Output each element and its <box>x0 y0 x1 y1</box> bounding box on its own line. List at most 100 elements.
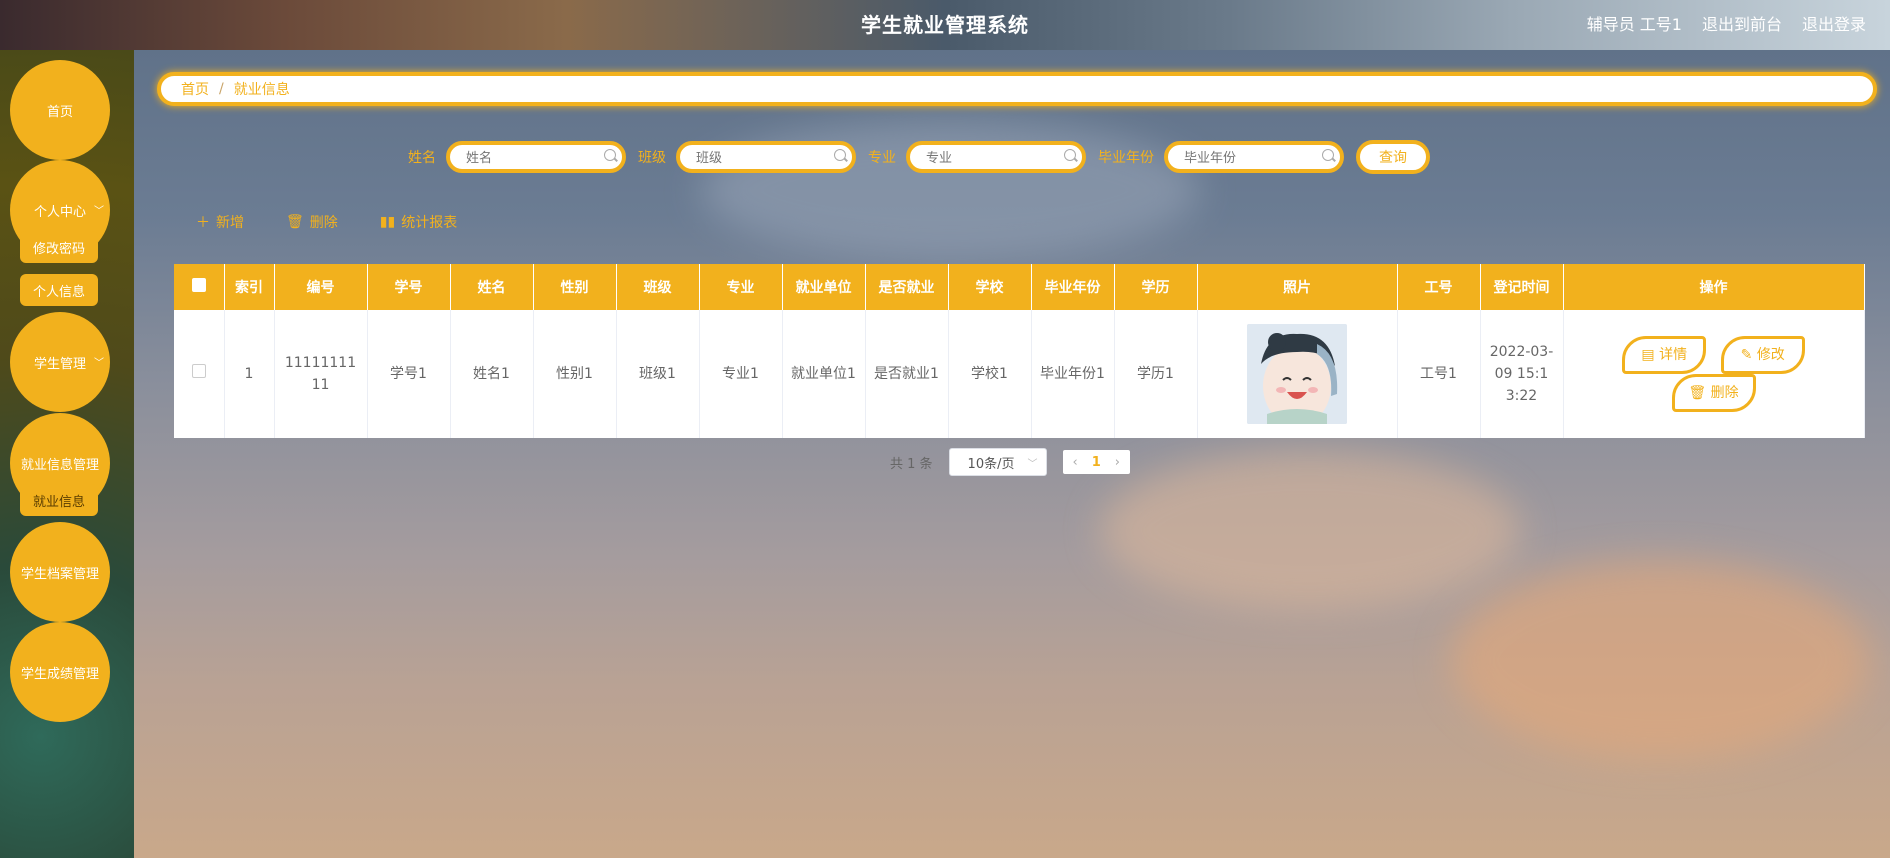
column-header: 班级 <box>616 264 700 310</box>
sidebar-item-home[interactable]: 首页 <box>10 60 110 160</box>
cell-gender: 性别1 <box>533 310 617 438</box>
table-row: 1 1111111111 学号1 姓名1 性别1 班级1 专业1 就业单位1 是… <box>174 310 1865 438</box>
report-button[interactable]: ▮▮ 统计报表 <box>380 212 457 232</box>
page-size-value: 10条/页 <box>967 456 1015 472</box>
cell-operations: ▤ 详情 ✎ 修改 🗑 删除 <box>1563 310 1865 438</box>
detail-button[interactable]: ▤ 详情 <box>1622 336 1707 374</box>
search-icon <box>1322 149 1334 161</box>
page-size-select[interactable]: 10条/页 ﹀ <box>948 448 1047 476</box>
cell-school: 学校1 <box>948 310 1032 438</box>
plus-icon: ＋ <box>196 215 210 231</box>
avatar-illustration <box>1247 324 1347 424</box>
row-delete-button[interactable]: 🗑 删除 <box>1671 374 1756 412</box>
cell-class: 班级1 <box>616 310 700 438</box>
breadcrumb-current: 就业信息 <box>233 82 290 98</box>
search-icon <box>1064 149 1076 161</box>
trash-icon: 🗑 <box>1688 385 1707 401</box>
trash-icon: 🗑 <box>286 214 304 230</box>
column-header: 索引 <box>224 264 275 310</box>
sidebar-item-label: 学生成绩管理 <box>20 666 99 682</box>
column-header: 姓名 <box>450 264 534 310</box>
grad-year-label: 毕业年份 <box>1098 150 1154 166</box>
class-label: 班级 <box>638 150 666 166</box>
cell-grad-year: 毕业年份1 <box>1031 310 1115 438</box>
employment-table: 索引 编号 学号 姓名 性别 班级 专业 就业单位 是否就业 学校 毕业年份 学… <box>174 264 1865 438</box>
breadcrumb-home[interactable]: 首页 <box>181 79 209 99</box>
cell-major: 专业1 <box>699 310 783 438</box>
column-header: 学校 <box>948 264 1032 310</box>
column-header: 毕业年份 <box>1031 264 1115 310</box>
column-header: 专业 <box>699 264 783 310</box>
top-bar: 学生就业管理系统 辅导员 工号1 退出到前台 退出登录 <box>0 0 1890 50</box>
cell-employer: 就业单位1 <box>782 310 866 438</box>
cell-code: 1111111111 <box>274 310 368 438</box>
batch-delete-button[interactable]: 🗑 删除 <box>286 212 338 232</box>
cell-reg-time: 2022-03-09 15:13:22 <box>1480 310 1564 438</box>
cell-photo <box>1197 310 1398 438</box>
user-role: 辅导员 工号1 <box>1586 15 1682 34</box>
next-page-icon[interactable]: › <box>1115 455 1120 470</box>
column-header: 学历 <box>1114 264 1198 310</box>
sidebar-item-label: 个人中心 <box>33 204 86 220</box>
chevron-down-icon: ﹀ <box>1027 459 1038 470</box>
sidebar: 首页 个人中心 ﹀ 修改密码 个人信息 学生管理 ﹀ 就业信息管理 就业信息 学生档… <box>0 50 134 858</box>
breadcrumb: 首页 / 就业信息 <box>157 72 1877 106</box>
major-input[interactable] <box>924 145 1068 171</box>
column-header: 编号 <box>274 264 368 310</box>
search-icon <box>834 149 846 161</box>
grad-year-input[interactable] <box>1182 145 1326 171</box>
select-all-checkbox[interactable] <box>191 278 206 292</box>
major-label: 专业 <box>868 150 896 166</box>
sidebar-subitem-personal-info[interactable]: 个人信息 <box>20 274 98 306</box>
sidebar-subitem-change-password[interactable]: 修改密码 <box>20 231 98 263</box>
pagination: 共 1 条 10条/页 ﹀ ‹ 1 › <box>890 448 1130 476</box>
total-count: 共 1 条 <box>890 456 933 472</box>
action-bar: ＋ 新增 🗑 删除 ▮▮ 统计报表 <box>196 212 457 232</box>
cell-index: 1 <box>224 310 275 438</box>
column-header: 登记时间 <box>1480 264 1564 310</box>
bar-chart-icon: ▮▮ <box>379 214 396 230</box>
prev-page-icon[interactable]: ‹ <box>1073 455 1078 470</box>
user-box: 辅导员 工号1 退出到前台 退出登录 <box>1587 11 1866 35</box>
delete-label: 删除 <box>309 215 338 231</box>
name-field-wrapper <box>446 141 626 173</box>
column-header: 操作 <box>1563 264 1865 310</box>
document-icon: ▤ <box>1641 347 1655 363</box>
page-list: ‹ 1 › <box>1062 450 1130 474</box>
edit-button[interactable]: ✎ 修改 <box>1720 336 1805 374</box>
class-field-wrapper <box>676 141 856 173</box>
sidebar-item-label: 就业信息管理 <box>20 457 99 473</box>
name-label: 姓名 <box>408 150 436 166</box>
row-select-cell <box>174 310 225 438</box>
search-form: 姓名 班级 专业 毕业年份 查询 <box>408 140 1430 174</box>
detail-label: 详情 <box>1659 347 1688 363</box>
column-header: 性别 <box>533 264 617 310</box>
logout-link[interactable]: 退出登录 <box>1802 11 1866 35</box>
grad-year-field-wrapper <box>1164 141 1344 173</box>
add-button[interactable]: ＋ 新增 <box>196 212 244 232</box>
student-photo[interactable] <box>1247 324 1347 424</box>
report-label: 统计报表 <box>401 215 458 231</box>
query-button[interactable]: 查询 <box>1356 140 1430 174</box>
sidebar-subitem-employment-info[interactable]: 就业信息 <box>20 484 98 516</box>
sidebar-item-archive-mgmt[interactable]: 学生档案管理 <box>10 522 110 622</box>
add-label: 新增 <box>216 215 244 231</box>
back-to-front-link[interactable]: 退出到前台 <box>1702 11 1782 35</box>
column-header: 学号 <box>367 264 451 310</box>
cell-student-no: 学号1 <box>367 310 451 438</box>
page-number-current[interactable]: 1 <box>1092 455 1101 470</box>
edit-label: 修改 <box>1756 347 1785 363</box>
name-input[interactable] <box>464 145 608 171</box>
column-header: 是否就业 <box>865 264 949 310</box>
background-cloud <box>1100 450 1520 610</box>
table-header-row: 索引 编号 学号 姓名 性别 班级 专业 就业单位 是否就业 学校 毕业年份 学… <box>174 264 1865 310</box>
major-field-wrapper <box>906 141 1086 173</box>
cell-staff-no: 工号1 <box>1397 310 1481 438</box>
column-header: 就业单位 <box>782 264 866 310</box>
row-checkbox[interactable] <box>191 364 206 378</box>
chevron-down-icon: ﹀ <box>94 358 104 369</box>
sidebar-item-student-mgmt[interactable]: 学生管理 ﹀ <box>10 312 110 412</box>
sidebar-item-score-mgmt[interactable]: 学生成绩管理 <box>10 622 110 722</box>
cell-name: 姓名1 <box>450 310 534 438</box>
class-input[interactable] <box>694 145 838 171</box>
